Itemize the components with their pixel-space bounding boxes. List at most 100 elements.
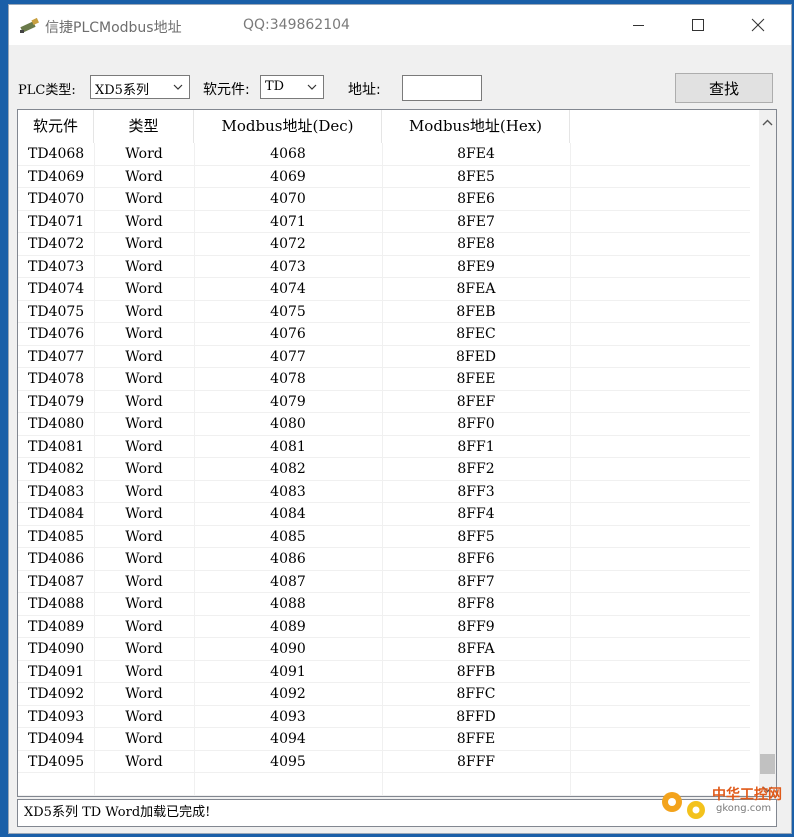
table-row[interactable]: TD4089 Word 4089 8FF9: [18, 616, 760, 639]
plc-type-select[interactable]: XD5系列: [90, 75, 190, 99]
table-row[interactable]: TD4070 Word 4070 8FE6: [18, 188, 760, 211]
cell-dec: 4073: [270, 258, 306, 275]
cell-type: Word: [125, 483, 163, 500]
cell-hex: 8FE5: [457, 168, 495, 185]
cell-element: TD4074: [28, 281, 85, 297]
cell-element: TD4069: [28, 168, 85, 185]
table-row[interactable]: TD4075 Word 4075 8FEB: [18, 301, 760, 324]
cell-dec: 4095: [270, 753, 306, 770]
cell-dec: 4086: [270, 551, 306, 567]
find-button[interactable]: 查找: [675, 73, 773, 103]
watermark-name: 中华工控网: [712, 787, 782, 803]
cell-element: TD4089: [28, 618, 85, 635]
column-header-dec[interactable]: Modbus地址(Dec): [194, 110, 382, 143]
cell-hex: 8FF9: [457, 618, 495, 635]
title-bar[interactable]: 信捷PLCModbus地址 QQ:349862104: [9, 5, 791, 45]
table-row[interactable]: TD4083 Word 4083 8FF3: [18, 481, 760, 504]
minimize-button[interactable]: [609, 5, 667, 45]
cell-type: Word: [125, 686, 163, 702]
cell-dec: 4084: [270, 506, 306, 522]
table-row[interactable]: TD4073 Word 4073 8FE9: [18, 256, 760, 279]
vertical-scrollbar[interactable]: [759, 110, 776, 796]
cell-dec: 4075: [270, 303, 306, 320]
plc-type-value: XD5系列: [95, 83, 149, 98]
cell-element: TD4083: [28, 483, 85, 500]
table-row[interactable]: TD4076 Word 4076 8FEC: [18, 323, 760, 346]
cell-type: Word: [125, 146, 163, 162]
cell-hex: 8FF3: [457, 483, 495, 500]
cell-type: Word: [125, 461, 163, 477]
cell-dec: 4070: [270, 191, 306, 207]
table-row[interactable]: TD4069 Word 4069 8FE5: [18, 166, 760, 189]
cell-type: Word: [125, 708, 163, 725]
plc-type-label: PLC类型:: [18, 83, 76, 98]
table-row[interactable]: TD4074 Word 4074 8FEA: [18, 278, 760, 301]
column-header-hex[interactable]: Modbus地址(Hex): [382, 110, 570, 143]
cell-dec: 4071: [270, 213, 306, 230]
cell-dec: 4077: [270, 348, 306, 365]
cell-dec: 4081: [270, 438, 306, 455]
table-row[interactable]: TD4081 Word 4081 8FF1: [18, 436, 760, 459]
table-row[interactable]: TD4085 Word 4085 8FF5: [18, 526, 760, 549]
table-row[interactable]: TD4080 Word 4080 8FF0: [18, 413, 760, 436]
cell-element: TD4094: [28, 731, 85, 747]
table-row[interactable]: TD4082 Word 4082 8FF2: [18, 458, 760, 481]
cell-type: Word: [125, 416, 163, 432]
table-row[interactable]: TD4095 Word 4095 8FFF: [18, 751, 760, 774]
table-row[interactable]: TD4072 Word 4072 8FE8: [18, 233, 760, 256]
cell-dec: 4078: [270, 371, 306, 387]
table-row[interactable]: TD4088 Word 4088 8FF8: [18, 593, 760, 616]
table-row[interactable]: TD4077 Word 4077 8FED: [18, 346, 760, 369]
cell-type: Word: [125, 393, 163, 410]
maximize-button[interactable]: [669, 5, 727, 45]
element-select[interactable]: TD: [260, 75, 324, 99]
table-row[interactable]: TD4071 Word 4071 8FE7: [18, 211, 760, 234]
table-row[interactable]: TD4090 Word 4090 8FFA: [18, 638, 760, 661]
cell-dec: 4068: [270, 146, 306, 162]
cell-type: Word: [125, 438, 163, 455]
cell-hex: 8FEF: [456, 393, 496, 410]
cell-dec: 4085: [270, 528, 306, 545]
table-row[interactable]: TD4078 Word 4078 8FEE: [18, 368, 760, 391]
cell-hex: 8FF7: [457, 573, 495, 590]
cell-hex: 8FE9: [457, 258, 495, 275]
column-header-type[interactable]: 类型: [94, 110, 194, 143]
cell-element: TD4095: [28, 753, 85, 770]
cell-type: Word: [125, 191, 163, 207]
cell-element: TD4088: [28, 596, 85, 612]
table-row[interactable]: TD4086 Word 4086 8FF6: [18, 548, 760, 571]
cell-dec: 4090: [270, 641, 306, 657]
cell-type: Word: [125, 753, 163, 770]
cell-hex: 8FE7: [457, 213, 495, 230]
close-button[interactable]: [729, 5, 787, 45]
cell-hex: 8FEB: [456, 303, 496, 320]
scroll-up-icon[interactable]: [762, 118, 773, 128]
column-header-element[interactable]: 软元件: [18, 110, 94, 143]
cell-element: TD4068: [28, 146, 85, 162]
table-row[interactable]: TD4087 Word 4087 8FF7: [18, 571, 760, 594]
table-row[interactable]: TD4084 Word 4084 8FF4: [18, 503, 760, 526]
scroll-thumb[interactable]: [760, 754, 775, 774]
table-row[interactable]: TD4094 Word 4094 8FFE: [18, 728, 760, 751]
cell-type: Word: [125, 326, 163, 342]
address-list[interactable]: 软元件 类型 Modbus地址(Dec) Modbus地址(Hex) TD406…: [17, 109, 777, 797]
cell-type: Word: [125, 281, 163, 297]
cell-type: Word: [125, 213, 163, 230]
cell-type: Word: [125, 303, 163, 320]
table-row[interactable]: TD4092 Word 4092 8FFC: [18, 683, 760, 706]
cell-type: Word: [125, 663, 163, 680]
address-input[interactable]: [402, 75, 482, 101]
table-row[interactable]: TD4068 Word 4068 8FE4: [18, 143, 760, 166]
table-row[interactable]: TD4079 Word 4079 8FEF: [18, 391, 760, 414]
table-row[interactable]: TD4091 Word 4091 8FFB: [18, 661, 760, 684]
cell-dec: 4069: [270, 168, 306, 185]
table-row[interactable]: TD4093 Word 4093 8FFD: [18, 706, 760, 729]
cell-dec: 4088: [270, 596, 306, 612]
cell-hex: 8FFD: [456, 708, 496, 725]
cell-hex: 8FFC: [456, 686, 496, 702]
minimize-icon: [632, 24, 644, 26]
cell-element: TD4086: [28, 551, 85, 567]
cell-dec: 4076: [270, 326, 306, 342]
cell-hex: 8FE6: [457, 191, 495, 207]
cell-dec: 4089: [270, 618, 306, 635]
